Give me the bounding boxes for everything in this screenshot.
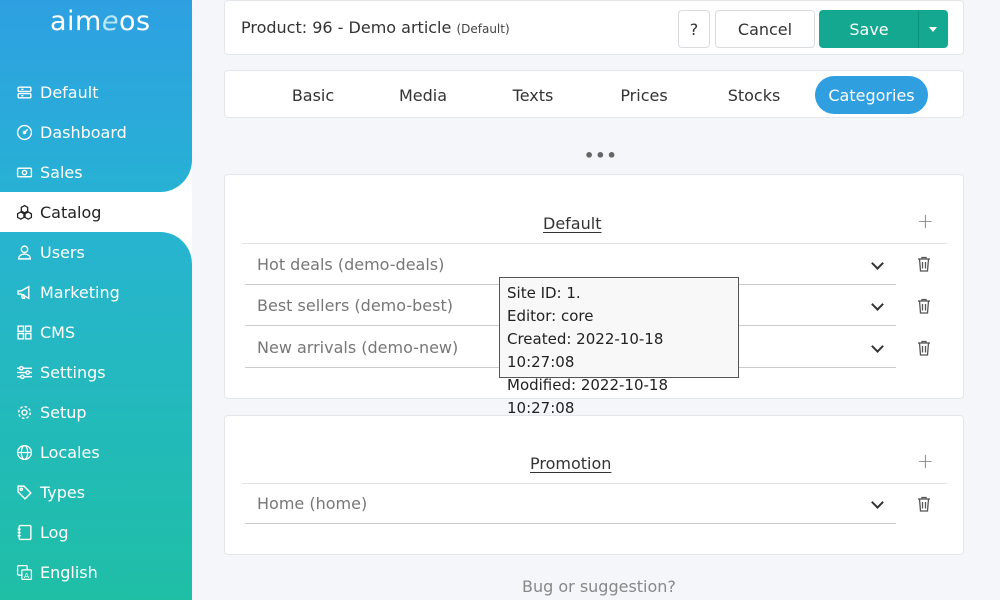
item-header: Product: 96 - Demo article (Default) ? C… <box>224 0 964 55</box>
chevron-down-icon <box>871 496 884 509</box>
tray-icon <box>15 83 33 101</box>
sidebar-item-sales[interactable]: Sales <box>0 152 192 192</box>
tooltip-modified: Modified: 2022-10-18 10:27:08 <box>507 376 669 417</box>
sidebar-item-settings[interactable]: Settings <box>0 352 192 392</box>
category-select[interactable]: Home (home) <box>245 484 896 524</box>
sidebar-item-label: Default <box>40 82 99 102</box>
trash-icon[interactable] <box>917 496 931 512</box>
sliders-icon <box>15 363 33 381</box>
user-icon <box>15 243 33 261</box>
cancel-button[interactable]: Cancel <box>715 10 815 48</box>
trash-icon[interactable] <box>917 340 931 356</box>
trash-icon[interactable] <box>917 256 931 272</box>
tab-basic[interactable]: Basic <box>258 76 368 114</box>
dashboard-icon <box>15 123 33 141</box>
translate-icon: A <box>15 563 33 581</box>
sidebar-item-locales[interactable]: Locales <box>0 432 192 472</box>
journal-icon <box>15 523 33 541</box>
chevron-down-icon <box>871 298 884 311</box>
sidebar-item-label: Locales <box>40 442 100 462</box>
tooltip-site: Site ID: 1. <box>507 284 581 302</box>
sidebar-item-english[interactable]: A English <box>0 552 192 592</box>
section-title: Promotion <box>530 454 612 473</box>
sidebar-item-label: Log <box>40 522 69 542</box>
save-options-dropdown[interactable] <box>918 10 948 48</box>
add-icon[interactable]: + <box>917 449 934 473</box>
sidebar-item-label: Marketing <box>40 282 120 302</box>
category-section-promotion: Promotion + Home (home) <box>224 415 964 555</box>
tab-texts[interactable]: Texts <box>478 76 588 114</box>
more-menu-icon[interactable]: ••• <box>584 146 618 165</box>
gear-icon <box>15 403 33 421</box>
tooltip-created: Created: 2022-10-18 10:27:08 <box>507 330 664 371</box>
sidebar-item-users[interactable]: Users <box>0 232 192 272</box>
sidebar-item-catalog[interactable]: Catalog <box>0 192 192 232</box>
tags-icon <box>15 483 33 501</box>
sidebar-item-label: Sales <box>40 162 83 182</box>
caret-down-icon <box>929 26 937 32</box>
chevron-down-icon <box>871 340 884 353</box>
item-tabs: Basic Media Texts Prices Stocks Categori… <box>224 70 964 118</box>
grid-icon <box>15 323 33 341</box>
tab-prices[interactable]: Prices <box>589 76 699 114</box>
sidebar-item-log[interactable]: Log <box>0 512 192 552</box>
sidebar-item-setup[interactable]: Setup <box>0 392 192 432</box>
aimeos-logo[interactable]: aimeos <box>50 6 151 37</box>
add-icon[interactable]: + <box>917 209 934 233</box>
megaphone-icon <box>15 283 33 301</box>
sidebar-item-label: Users <box>40 242 85 262</box>
page-title: Product: 96 - Demo article (Default) <box>241 18 510 37</box>
sidebar: aimeos Default Dashboard Sales Catalog U… <box>0 0 192 600</box>
globe-icon <box>15 443 33 461</box>
sidebar-item-types[interactable]: Types <box>0 472 192 512</box>
sidebar-item-marketing[interactable]: Marketing <box>0 272 192 312</box>
tab-media[interactable]: Media <box>368 76 478 114</box>
sidebar-item-label: Catalog <box>40 202 102 222</box>
meta-tooltip: Site ID: 1. Editor: core Created: 2022-1… <box>499 277 739 417</box>
chevron-down-icon <box>871 257 884 270</box>
trash-icon[interactable] <box>917 298 931 314</box>
sidebar-item-label: Dashboard <box>40 122 127 142</box>
tooltip-editor: Editor: core <box>507 307 594 325</box>
sidebar-item-dashboard[interactable]: Dashboard <box>0 112 192 152</box>
section-title: Default <box>543 214 602 233</box>
sidebar-item-label: English <box>40 562 98 582</box>
save-button[interactable]: Save <box>819 10 919 48</box>
site-label: (Default) <box>456 22 510 36</box>
sidebar-item-label: Settings <box>40 362 106 382</box>
boxes-icon <box>15 203 33 221</box>
sidebar-item-default[interactable]: Default <box>0 72 192 112</box>
tab-stocks[interactable]: Stocks <box>699 76 809 114</box>
sidebar-item-label: CMS <box>40 322 76 342</box>
help-button[interactable]: ? <box>678 10 710 48</box>
sidebar-item-label: Types <box>40 482 86 502</box>
cash-icon <box>15 163 33 181</box>
sidebar-item-cms[interactable]: CMS <box>0 312 192 352</box>
feedback-link[interactable]: Bug or suggestion? <box>522 577 676 596</box>
sidebar-item-label: Setup <box>40 402 87 422</box>
tab-categories[interactable]: Categories <box>815 76 928 114</box>
section-divider <box>242 243 947 244</box>
